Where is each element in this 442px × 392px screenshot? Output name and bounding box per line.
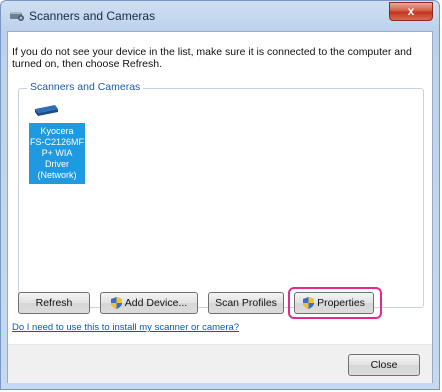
group-label: Scanners and Cameras: [27, 81, 144, 93]
add-device-label: Add Device...: [124, 297, 188, 309]
device-label-line: Kyocera: [40, 126, 74, 136]
device-item-kyocera[interactable]: Kyocera FS-C2126MF P+ WIA Driver (Networ…: [29, 103, 85, 184]
close-button[interactable]: Close: [348, 354, 420, 376]
scanners-cameras-window: Scanners and Cameras x If you do not see…: [0, 0, 440, 390]
dialog-footer: Close: [8, 345, 432, 383]
window-title: Scanners and Cameras: [29, 9, 156, 23]
scanner-icon: [35, 105, 58, 116]
device-label-line: FS-C2126MF: [30, 137, 85, 147]
device-label-line: P+ WIA: [41, 148, 73, 158]
instructions-text: If you do not see your device in the lis…: [12, 46, 412, 70]
device-label: Kyocera FS-C2126MF P+ WIA Driver (Networ…: [29, 123, 85, 184]
shield-icon: [110, 297, 122, 309]
device-label-line: (Network): [37, 170, 77, 180]
help-link[interactable]: Do I need to use this to install my scan…: [12, 322, 239, 333]
title-close-button[interactable]: x: [389, 2, 433, 21]
devices-group: Scanners and Cameras Kyocera FS-C2126MF …: [18, 81, 424, 308]
dialog-client-area: If you do not see your device in the lis…: [7, 31, 433, 383]
refresh-button[interactable]: Refresh: [18, 292, 90, 314]
device-label-line: Driver: [45, 159, 69, 169]
add-device-button[interactable]: Add Device...: [100, 292, 198, 314]
title-bar[interactable]: Scanners and Cameras x: [1, 1, 439, 31]
properties-highlight-frame: [288, 287, 382, 319]
scan-profiles-button[interactable]: Scan Profiles: [208, 292, 284, 314]
scanner-camera-icon: [10, 12, 24, 21]
